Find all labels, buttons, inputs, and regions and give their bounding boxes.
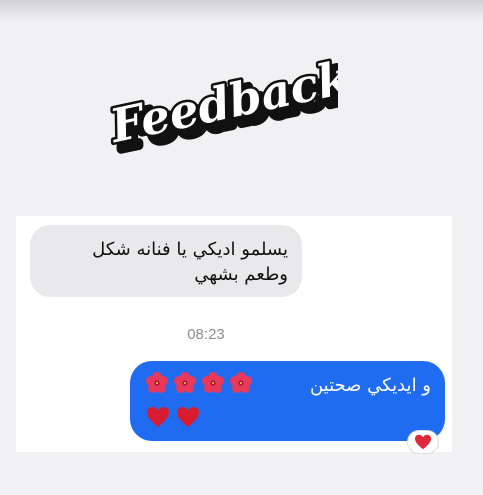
hibiscus-icon (146, 372, 168, 393)
outgoing-message-bubble[interactable]: و ايديكي صحتين (130, 361, 445, 441)
feedback-logo: Feedback Feedback Feedback (101, 47, 338, 160)
top-bar (0, 0, 483, 22)
heart-icon (415, 434, 431, 450)
hibiscus-icon (230, 372, 252, 393)
outgoing-message-text: و ايديكي صحتين (309, 375, 431, 396)
incoming-message-bubble[interactable]: يسلمو اديكي يا فنانه شكل وطعم بشهي (30, 225, 302, 297)
hibiscus-icon (174, 372, 196, 393)
incoming-message-line-2: وطعم بشهي (194, 264, 288, 285)
heart-icon (147, 407, 169, 427)
heart-icon (177, 407, 199, 427)
hibiscus-icon (202, 372, 224, 393)
incoming-message-line-1: يسلمو اديكي يا فنانه شكل (92, 239, 288, 260)
message-reaction[interactable] (408, 431, 438, 453)
chat-screenshot: يسلمو اديكي يا فنانه شكل وطعم بشهي 08:23… (16, 216, 452, 453)
message-timestamp: 08:23 (187, 326, 225, 343)
